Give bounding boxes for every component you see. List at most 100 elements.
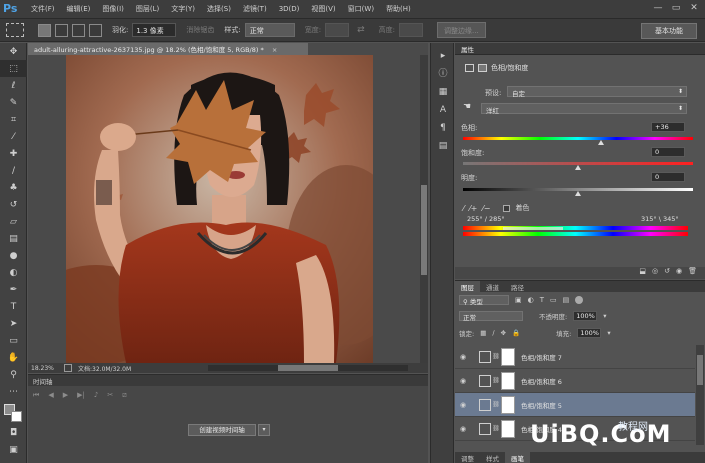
menu-file[interactable]: 文件(F): [25, 0, 61, 18]
menu-3d[interactable]: 3D(D): [273, 0, 306, 18]
eyedropper-minus-icon[interactable]: ⁄−: [482, 204, 490, 213]
first-frame-icon[interactable]: ⏮: [33, 391, 39, 400]
history-brush-icon[interactable]: ↺: [0, 196, 27, 213]
layer-row[interactable]: ◉ ⛓ 色相/饱和度 7: [455, 345, 695, 369]
color-range-slider[interactable]: [503, 227, 563, 230]
tab-brushes[interactable]: 画笔: [505, 452, 530, 463]
saturation-input[interactable]: 0: [651, 147, 685, 157]
blur-tool-icon[interactable]: ●: [0, 247, 27, 264]
scroll-thumb[interactable]: [278, 365, 338, 371]
canvas-horizontal-scrollbar[interactable]: [208, 365, 408, 371]
canvas-vertical-scrollbar[interactable]: [420, 55, 428, 363]
eyedropper-icon[interactable]: ⁄: [463, 204, 464, 213]
menu-image[interactable]: 图像(I): [96, 0, 130, 18]
timeline-type-dropdown[interactable]: ▾: [258, 424, 270, 436]
filter-type-icon[interactable]: T: [540, 296, 544, 304]
width-input[interactable]: [325, 23, 350, 37]
lock-move-icon[interactable]: ✥: [501, 329, 506, 337]
layer-name[interactable]: 色相/饱和度 7: [521, 352, 562, 362]
channel-select[interactable]: 洋红 ⬍: [481, 103, 687, 115]
blend-mode-select[interactable]: 正常: [459, 311, 523, 322]
close-tab-icon[interactable]: ×: [272, 46, 277, 54]
scroll-thumb[interactable]: [697, 355, 703, 385]
eye-icon[interactable]: ◉: [455, 401, 471, 409]
tab-adjustments[interactable]: 调整: [455, 452, 480, 463]
filter-toggle-icon[interactable]: [575, 296, 584, 304]
transition-icon[interactable]: ⧄: [122, 391, 126, 400]
layer-row-selected[interactable]: ◉ ⛓ 色相/饱和度 5: [455, 393, 695, 417]
scroll-thumb[interactable]: [421, 185, 427, 275]
target-adjust-hand-icon[interactable]: ☚: [463, 102, 471, 112]
opacity-input[interactable]: 100%: [573, 311, 598, 321]
view-previous-icon[interactable]: ◎: [652, 267, 658, 279]
delete-icon[interactable]: 🗑: [688, 267, 697, 279]
tab-styles[interactable]: 样式: [480, 452, 505, 463]
eraser-icon[interactable]: ▱: [0, 213, 27, 230]
chevron-down-icon[interactable]: ▾: [607, 329, 610, 337]
menu-window[interactable]: 窗口(W): [342, 0, 380, 18]
layer-filter-select[interactable]: ⚲ 类型: [459, 295, 509, 306]
filter-pixel-icon[interactable]: ▣: [515, 296, 522, 304]
menu-select[interactable]: 选择(S): [201, 0, 237, 18]
clip-to-layer-icon[interactable]: ⬓: [639, 267, 646, 279]
link-icon[interactable]: ⛓: [491, 401, 501, 408]
info-panel-icon[interactable]: ⓘ: [431, 65, 455, 83]
tab-layers[interactable]: 图层: [455, 281, 480, 292]
fill-input[interactable]: 100%: [577, 328, 602, 338]
play-icon[interactable]: ▶: [63, 391, 68, 400]
tab-paths[interactable]: 路径: [505, 281, 530, 292]
menu-layer[interactable]: 图层(L): [130, 0, 165, 18]
reset-icon[interactable]: ↺: [664, 267, 670, 279]
new-selection-icon[interactable]: [38, 23, 51, 37]
background-color-swatch[interactable]: [11, 411, 22, 422]
status-menu-icon[interactable]: [64, 364, 72, 372]
style-select[interactable]: 正常: [244, 23, 295, 37]
create-video-timeline-button[interactable]: 创建视频时间轴: [188, 424, 256, 436]
link-icon[interactable]: ⛓: [491, 377, 501, 384]
shape-tool-icon[interactable]: ▭: [0, 332, 27, 349]
layer-mask-thumbnail[interactable]: [501, 371, 515, 390]
preset-select[interactable]: 自定 ⬍: [507, 86, 687, 98]
layer-name[interactable]: 色相/饱和度 5: [521, 400, 562, 410]
saturation-slider-thumb[interactable]: [575, 165, 581, 170]
lock-brush-icon[interactable]: ∕: [492, 329, 494, 337]
swatches-panel-icon[interactable]: ▦: [431, 83, 455, 101]
gradient-tool-icon[interactable]: ▤: [0, 230, 27, 247]
layer-name[interactable]: 色相/饱和度 6: [521, 376, 562, 386]
tab-channels[interactable]: 通道: [480, 281, 505, 292]
menu-type[interactable]: 文字(Y): [165, 0, 201, 18]
link-icon[interactable]: ⛓: [491, 425, 501, 432]
menu-help[interactable]: 帮助(H): [380, 0, 417, 18]
lasso-tool-icon[interactable]: ℓ: [0, 77, 27, 94]
eyedropper-plus-icon[interactable]: ⁄+: [469, 204, 477, 213]
eyedropper-icon[interactable]: ⁄: [0, 128, 27, 145]
antialias-checkbox[interactable]: 消除锯齿: [186, 25, 214, 35]
lightness-slider-thumb[interactable]: [575, 191, 581, 196]
paragraph-panel-icon[interactable]: ¶: [431, 119, 455, 137]
dodge-tool-icon[interactable]: ◐: [0, 264, 27, 281]
hue-slider-thumb[interactable]: [598, 140, 604, 145]
filter-adjustment-icon[interactable]: ◐: [528, 296, 534, 304]
layer-row[interactable]: ◉ ⛓ 色相/饱和度 6: [455, 369, 695, 393]
menu-view[interactable]: 视图(V): [305, 0, 341, 18]
layers-scrollbar[interactable]: [696, 345, 704, 445]
split-icon[interactable]: ✂: [107, 391, 113, 400]
quick-select-icon[interactable]: ✎: [0, 94, 27, 111]
brush-tool-icon[interactable]: ∕: [0, 162, 27, 179]
color-swatches[interactable]: [0, 402, 26, 424]
layer-mask-thumbnail[interactable]: [501, 419, 515, 438]
subtract-selection-icon[interactable]: [72, 23, 85, 37]
eye-icon[interactable]: ◉: [455, 353, 471, 361]
audio-icon[interactable]: ♪: [94, 391, 98, 400]
more-tools-icon[interactable]: ⋯: [0, 383, 27, 400]
chevron-down-icon[interactable]: ▾: [603, 312, 606, 320]
properties-tab[interactable]: 属性: [455, 43, 705, 55]
visibility-icon[interactable]: ◉: [676, 267, 682, 279]
next-frame-icon[interactable]: ▶|: [77, 391, 85, 400]
lock-all-icon[interactable]: 🔒: [512, 329, 520, 337]
menu-edit[interactable]: 编辑(E): [61, 0, 97, 18]
zoom-level[interactable]: 18.23%: [28, 365, 64, 372]
screen-mode-icon[interactable]: ▣: [0, 441, 27, 458]
swap-icon[interactable]: ⇄: [357, 25, 365, 35]
hue-slider-track[interactable]: [463, 137, 693, 140]
